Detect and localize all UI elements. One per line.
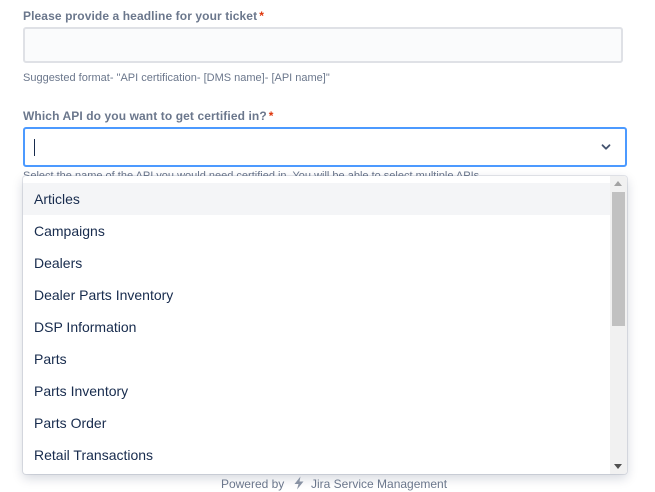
headline-input[interactable] xyxy=(23,27,623,63)
headline-help-text: Suggested format- "API certification- [D… xyxy=(23,72,330,84)
option-parts-order[interactable]: Parts Order xyxy=(23,407,610,439)
api-select-input[interactable] xyxy=(23,127,627,167)
jira-service-management-link[interactable]: Jira Service Management xyxy=(311,477,447,491)
text-caret xyxy=(34,139,35,156)
option-articles[interactable]: Articles xyxy=(23,183,610,215)
option-dealers[interactable]: Dealers xyxy=(23,247,610,279)
required-marker: * xyxy=(259,9,264,23)
request-form: Please provide a headline for your ticke… xyxy=(0,0,655,492)
chevron-down-icon[interactable] xyxy=(599,140,613,154)
scroll-down-arrow-icon[interactable] xyxy=(614,464,622,469)
option-dealer-parts-inventory[interactable]: Dealer Parts Inventory xyxy=(23,279,610,311)
jira-lightning-icon xyxy=(294,476,304,490)
api-options-dropdown: Articles Campaigns Dealers Dealer Parts … xyxy=(23,176,627,474)
headline-label-text: Please provide a headline for your ticke… xyxy=(23,9,258,23)
api-options-list: Articles Campaigns Dealers Dealer Parts … xyxy=(23,183,610,471)
dropdown-scrollbar[interactable] xyxy=(610,176,627,474)
powered-by-footer: Powered by Jira Service Management xyxy=(0,476,655,491)
required-marker: * xyxy=(268,109,274,123)
scroll-up-arrow-icon[interactable] xyxy=(614,181,622,186)
option-parts-inventory[interactable]: Parts Inventory xyxy=(23,375,610,407)
option-dsp-information[interactable]: DSP Information xyxy=(23,311,610,343)
option-campaigns[interactable]: Campaigns xyxy=(23,215,610,247)
powered-by-text: Powered by xyxy=(220,477,285,491)
option-parts[interactable]: Parts xyxy=(23,343,610,375)
headline-label: Please provide a headline for your ticke… xyxy=(23,9,264,23)
api-select-label-text: Which API do you want to get certified i… xyxy=(23,109,267,123)
scrollbar-thumb[interactable] xyxy=(612,192,625,326)
option-retail-transactions[interactable]: Retail Transactions xyxy=(23,439,610,471)
api-select-label: Which API do you want to get certified i… xyxy=(23,109,274,123)
